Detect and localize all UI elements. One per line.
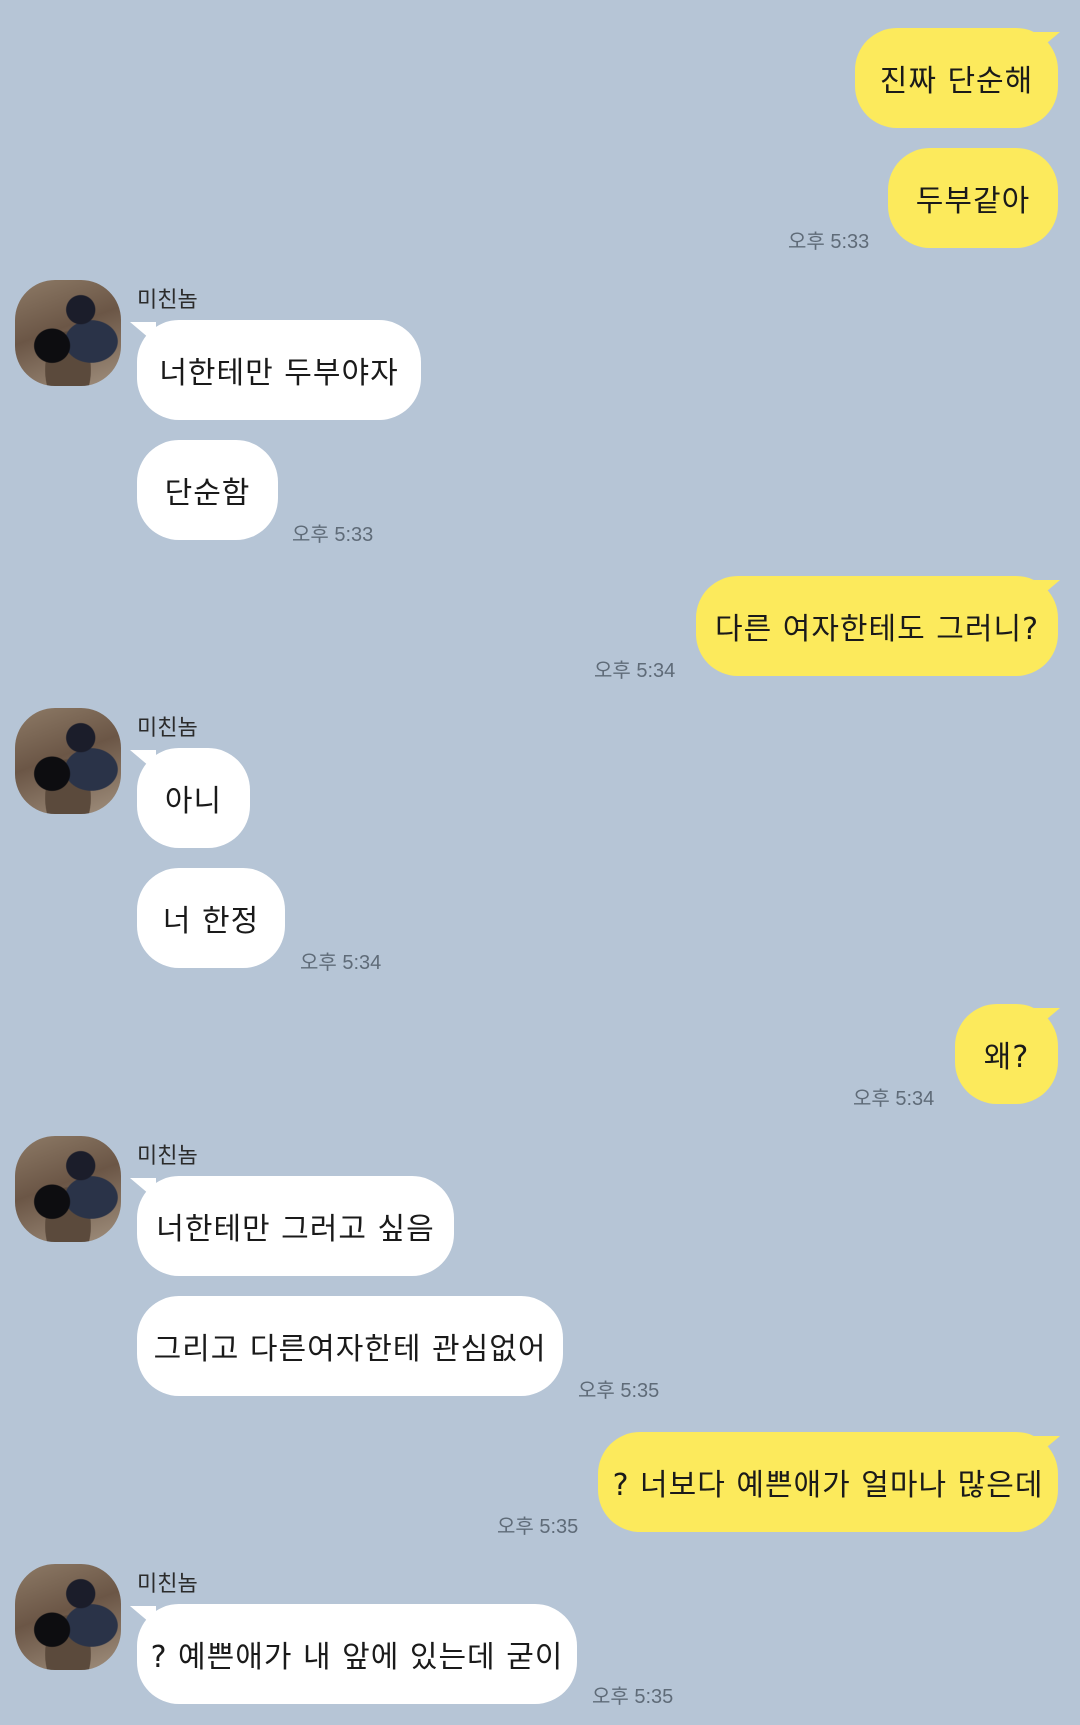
their-message-bubble[interactable]: 너 한정: [137, 868, 285, 968]
message-text: 너한테만 두부야자: [159, 356, 399, 391]
message-text: 그리고 다른여자한테 관심없어: [153, 1332, 547, 1367]
message-timestamp: 오후 5:35: [578, 1380, 660, 1402]
sender-name: 미친놈: [137, 716, 198, 741]
avatar[interactable]: [15, 1564, 121, 1670]
message-text: ? 예쁜애가 내 앞에 있는데 굳이: [150, 1640, 564, 1675]
sender-name: 미친놈: [137, 1144, 198, 1169]
avatar[interactable]: [15, 1136, 121, 1242]
avatar[interactable]: [15, 708, 121, 814]
bubble-tail: [1034, 1008, 1060, 1030]
my-message-bubble[interactable]: ? 너보다 예쁜애가 얼마나 많은데: [598, 1432, 1058, 1532]
bubble-tail: [1034, 32, 1060, 54]
message-timestamp: 오후 5:34: [853, 1088, 935, 1110]
their-message-bubble[interactable]: ? 예쁜애가 내 앞에 있는데 굳이: [137, 1604, 577, 1704]
message-text: ? 너보다 예쁜애가 얼마나 많은데: [612, 1468, 1044, 1503]
message-timestamp: 오후 5:34: [594, 660, 676, 682]
my-message-bubble[interactable]: 두부같아: [888, 148, 1058, 248]
sender-name: 미친놈: [137, 1572, 198, 1597]
message-timestamp: 오후 5:33: [788, 231, 870, 253]
message-text: 너 한정: [162, 904, 260, 939]
their-message-bubble[interactable]: 너한테만 두부야자: [137, 320, 421, 420]
bubble-tail: [1034, 1436, 1060, 1458]
message-text: 너한테만 그러고 싶음: [156, 1212, 435, 1247]
message-timestamp: 오후 5:35: [592, 1686, 674, 1708]
message-timestamp: 오후 5:35: [497, 1516, 579, 1538]
message-text: 아니: [164, 784, 223, 819]
my-message-bubble[interactable]: 진짜 단순해: [855, 28, 1058, 128]
avatar[interactable]: [15, 280, 121, 386]
their-message-bubble[interactable]: 너한테만 그러고 싶음: [137, 1176, 454, 1276]
message-text: 두부같아: [915, 184, 1031, 219]
bubble-tail: [1034, 580, 1060, 602]
sender-name: 미친놈: [137, 288, 198, 313]
message-timestamp: 오후 5:34: [300, 952, 382, 974]
my-message-bubble[interactable]: 다른 여자한테도 그러니?: [696, 576, 1058, 676]
their-message-bubble[interactable]: 그리고 다른여자한테 관심없어: [137, 1296, 563, 1396]
message-text: 다른 여자한테도 그러니?: [715, 612, 1039, 647]
message-timestamp: 오후 5:33: [292, 524, 374, 546]
their-message-bubble[interactable]: 단순함: [137, 440, 278, 540]
their-message-bubble[interactable]: 아니: [137, 748, 250, 848]
message-text: 단순함: [164, 476, 251, 511]
message-text: 진짜 단순해: [879, 64, 1034, 99]
message-text: 왜?: [983, 1040, 1030, 1075]
